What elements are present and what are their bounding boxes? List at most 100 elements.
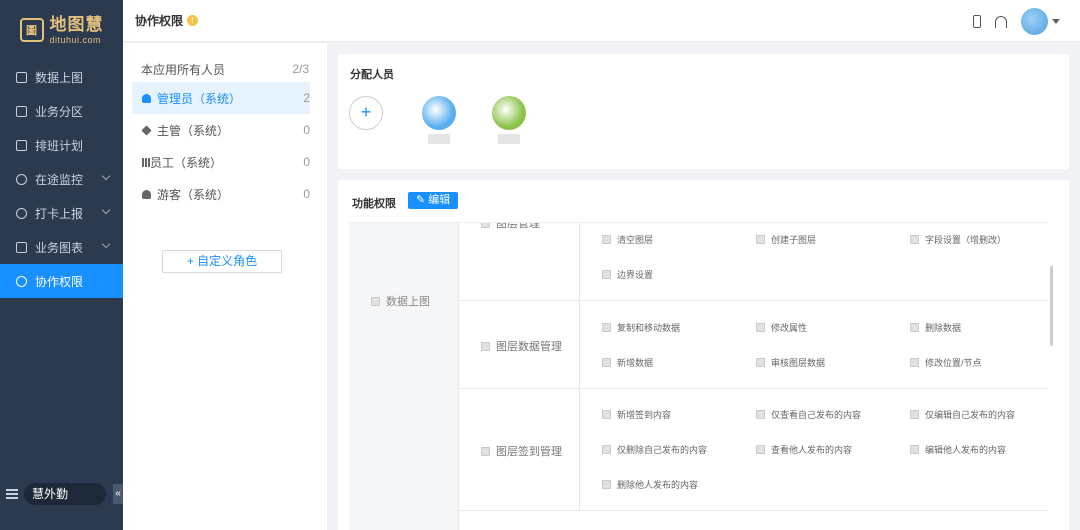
sidebar-footer: 慧外勤 « — [0, 483, 123, 505]
group-checkbox[interactable]: 图层签到管理 — [481, 443, 562, 459]
permission-label: 仅删除自己发布的内容 — [617, 445, 708, 455]
group-checkbox[interactable]: 图层数据管理 — [481, 338, 562, 354]
role-item-staff[interactable]: 员工（系统） 0 — [132, 146, 310, 178]
chart-icon — [16, 241, 27, 253]
nav-item-label: 协作权限 — [35, 274, 84, 289]
role-item-admin[interactable]: 管理员（系统） 2 — [132, 82, 310, 114]
checkbox-icon — [602, 323, 611, 332]
permission-label: 审核图层数据 — [771, 358, 826, 368]
nav-item-checkin[interactable]: 打卡上报 — [0, 196, 123, 230]
assign-members-card: 分配人员 + — [338, 54, 1069, 169]
nav-item-data-map[interactable]: 数据上图 — [0, 60, 123, 94]
permission-label: 删除他人发布的内容 — [617, 480, 699, 490]
category-checkbox[interactable]: 数据上图 — [371, 293, 430, 309]
table-icon — [16, 71, 27, 83]
checkbox-icon — [910, 323, 919, 332]
permission-checkbox[interactable]: 仅删除自己发布的内容 — [602, 443, 707, 456]
scrollbar-thumb[interactable] — [1050, 266, 1053, 346]
permission-checkbox[interactable]: 审核图层数据 — [756, 356, 825, 369]
add-custom-role-button[interactable]: + 自定义角色 — [162, 250, 282, 273]
permission-label: 查看他人发布的内容 — [771, 445, 853, 455]
permission-checkbox[interactable]: 新增数据 — [602, 356, 653, 369]
permission-label: 字段设置（增删改） — [925, 235, 1007, 245]
nav-item-label: 在途监控 — [35, 172, 84, 187]
permission-label: 删除数据 — [925, 323, 962, 333]
chevron-down-icon — [101, 239, 111, 249]
group-checkbox[interactable]: 图层管理 — [481, 222, 540, 231]
checkbox-icon — [602, 445, 611, 454]
route-icon — [16, 173, 27, 185]
permission-label: 边界设置 — [617, 270, 654, 280]
nav-item-charts[interactable]: 业务图表 — [0, 230, 123, 264]
permission-checkbox[interactable]: 边界设置 — [602, 268, 653, 281]
app-switcher[interactable]: 慧外勤 — [24, 483, 106, 505]
checkbox-icon — [481, 447, 490, 456]
permission-checkbox[interactable]: 新增签到内容 — [602, 408, 671, 421]
member-avatar[interactable] — [422, 96, 456, 130]
member-name — [498, 134, 520, 144]
checkbox-icon — [602, 358, 611, 367]
chevron-down-icon — [101, 171, 111, 181]
permission-label: 新增签到内容 — [617, 410, 672, 420]
role-label: 员工（系统） — [150, 155, 223, 170]
permission-checkbox[interactable]: 字段设置（增删改） — [910, 233, 1006, 246]
group-label: 图层管理 — [496, 222, 540, 230]
permission-checkbox[interactable]: 清空图层 — [602, 233, 653, 246]
permission-label: 新增数据 — [617, 358, 654, 368]
permission-checkbox[interactable]: 创建子图层 — [756, 233, 816, 246]
permission-label: 修改位置/节点 — [925, 358, 982, 368]
info-icon[interactable]: ! — [187, 15, 199, 26]
permission-checkbox[interactable]: 编辑他人发布的内容 — [910, 443, 1006, 456]
brand-logo[interactable]: 圖 地图慧 dituhui.com — [0, 0, 123, 60]
list-icon[interactable] — [6, 489, 18, 499]
all-members-item[interactable]: 本应用所有人员 2/3 — [123, 56, 327, 82]
permission-row: 图层数据管理 复制和移动数据 修改属性 删除数据 新增数据 审核图层数据 修改位… — [459, 301, 1048, 389]
mobile-icon[interactable] — [973, 15, 981, 28]
caret-down-icon[interactable] — [1052, 19, 1060, 24]
permission-checkbox[interactable]: 删除数据 — [910, 321, 961, 334]
checkbox-icon — [910, 445, 919, 454]
users-icon — [16, 275, 27, 287]
checkbox-icon — [756, 358, 765, 367]
checkbox-icon — [481, 342, 490, 351]
permission-checkbox[interactable]: 删除他人发布的内容 — [602, 478, 698, 491]
function-permissions-title: 功能权限 — [352, 198, 396, 210]
nav-item-monitor[interactable]: 在途监控 — [0, 162, 123, 196]
checkbox-icon — [602, 410, 611, 419]
permission-checkbox[interactable]: 查看他人发布的内容 — [756, 443, 852, 456]
add-member-button[interactable]: + — [349, 96, 383, 130]
permission-checkbox[interactable]: 修改位置/节点 — [910, 356, 982, 369]
permission-checkbox[interactable]: 仅查看自己发布的内容 — [756, 408, 861, 421]
role-item-supervisor[interactable]: 主管（系统） 0 — [132, 114, 310, 146]
headset-icon[interactable] — [995, 15, 1007, 28]
permission-checkbox[interactable]: 复制和移动数据 — [602, 321, 680, 334]
group-label: 图层数据管理 — [496, 341, 562, 353]
permission-label: 仅编辑自己发布的内容 — [925, 410, 1016, 420]
user-avatar[interactable] — [1021, 8, 1048, 35]
collapse-sidebar-button[interactable]: « — [113, 484, 123, 504]
edit-button[interactable]: ✎ 编辑 — [408, 192, 459, 209]
chevron-down-icon — [101, 205, 111, 215]
nav-item-permissions[interactable]: 协作权限 — [0, 264, 123, 298]
nav-item-schedule[interactable]: 排班计划 — [0, 128, 123, 162]
all-members-count: 2/3 — [292, 62, 309, 76]
checkbox-icon — [756, 323, 765, 332]
nav-item-business-zone[interactable]: 业务分区 — [0, 94, 123, 128]
role-count: 0 — [303, 187, 310, 201]
category-label: 数据上图 — [386, 296, 430, 308]
layers-icon — [141, 124, 152, 136]
member-avatar[interactable] — [492, 96, 526, 130]
permission-row: 图层管理 清空图层 创建子图层 字段设置（增删改） 边界设置 — [459, 223, 1048, 301]
role-label: 主管（系统） — [157, 123, 230, 138]
page-title: 协作权限 — [135, 14, 184, 28]
permission-checkbox[interactable]: 仅编辑自己发布的内容 — [910, 408, 1015, 421]
bar-chart-icon — [142, 157, 144, 167]
nav-item-label: 业务分区 — [35, 104, 84, 119]
pin-icon — [16, 207, 27, 219]
role-item-guest[interactable]: 游客（系统） 0 — [132, 178, 310, 210]
permission-checkbox[interactable]: 修改属性 — [756, 321, 807, 334]
all-members-label: 本应用所有人员 — [141, 62, 226, 77]
role-count: 2 — [303, 91, 310, 105]
permission-label: 仅查看自己发布的内容 — [771, 410, 862, 420]
sidebar: 圖 地图慧 dituhui.com 数据上图 业务分区 排班计划 在途监控 打卡… — [0, 0, 123, 530]
